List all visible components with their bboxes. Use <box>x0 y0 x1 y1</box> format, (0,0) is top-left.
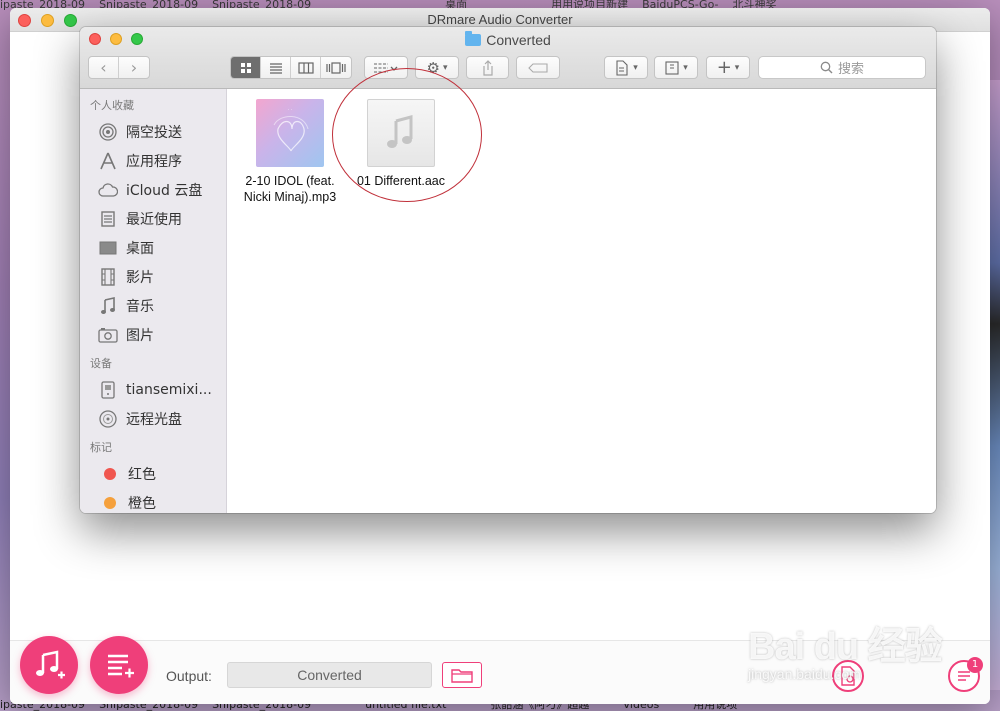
sidebar-item-music[interactable]: 音乐 <box>80 291 226 320</box>
sidebar-item-movies[interactable]: 影片 <box>80 262 226 291</box>
sidebar-item-tag-orange[interactable]: 橙色 <box>80 488 226 513</box>
file-item-idol-mp3[interactable]: · · 2-10 IDOL (feat. Nicki Minaj).mp3 <box>231 99 349 205</box>
finder-toolbar: Converted ‹ › ⚙ ▾ ▾ ▾ + ▾ 搜索 <box>80 27 936 89</box>
optical-disc-icon <box>98 409 118 428</box>
movies-icon <box>98 267 118 286</box>
sidebar-item-applications[interactable]: 应用程序 <box>80 146 226 175</box>
converted-history-button[interactable]: 1 <box>948 657 983 692</box>
file-name-line: Nicki Minaj).mp3 <box>243 190 337 204</box>
share-button[interactable] <box>466 56 509 79</box>
list-icon <box>269 62 282 74</box>
sidebar-item-label: 橙色 <box>128 495 156 512</box>
sidebar-item-label: tiansemixi... <box>126 381 212 398</box>
red-annotation-circle <box>332 68 482 202</box>
music-add-icon <box>36 650 65 679</box>
file-name-line: 2-10 IDOL (feat. <box>245 174 335 188</box>
file-name: 2-10 IDOL (feat. Nicki Minaj).mp3 <box>231 173 349 205</box>
cover-flow-view-button[interactable] <box>321 57 351 78</box>
grid-icon <box>240 62 251 73</box>
columns-icon <box>297 61 314 74</box>
sidebar-item-airdrop[interactable]: 隔空投送 <box>80 117 226 146</box>
red-tag-dot-icon <box>104 467 116 480</box>
output-path-field[interactable]: Converted <box>227 662 432 688</box>
sidebar-item-label: 隔空投送 <box>126 124 182 141</box>
sidebar-item-recents[interactable]: 最近使用 <box>80 204 226 233</box>
back-forward-control: ‹ › <box>88 56 150 79</box>
sidebar-heading-favorites: 个人收藏 <box>90 99 134 112</box>
sidebar-item-device-disk[interactable]: tiansemixi... <box>80 375 226 404</box>
sidebar-item-pictures[interactable]: 图片 <box>80 320 226 349</box>
search-field[interactable]: 搜索 <box>758 56 926 79</box>
archive-icon <box>665 60 679 75</box>
finder-title: Converted <box>80 31 936 48</box>
sidebar-item-label: 应用程序 <box>126 153 182 170</box>
chevron-left-icon: ‹ <box>100 58 107 77</box>
view-mode-control <box>230 56 352 79</box>
sidebar-item-remote-disc[interactable]: 远程光盘 <box>80 404 226 433</box>
desktop-icon <box>98 239 118 257</box>
sidebar-heading-tags: 标记 <box>90 441 112 454</box>
sidebar-item-tag-red[interactable]: 红色 <box>80 459 226 488</box>
sidebar-item-icloud[interactable]: iCloud 云盘 <box>80 175 226 204</box>
cover-flow-icon <box>326 61 346 74</box>
sidebar-item-label: 最近使用 <box>126 211 182 228</box>
finder-window: Converted ‹ › ⚙ ▾ ▾ ▾ + ▾ 搜索 个人收藏 隔空投送 应… <box>80 27 936 513</box>
watermark-main-text: Bai du 经验 <box>748 626 943 668</box>
chevron-right-icon: › <box>130 58 138 77</box>
sidebar-item-label: 图片 <box>126 327 154 344</box>
folder-icon <box>465 31 482 46</box>
document-icon <box>616 59 628 76</box>
sidebar-item-desktop[interactable]: 桌面 <box>80 233 226 262</box>
sidebar-item-label: 远程光盘 <box>126 411 182 428</box>
icon-view-button[interactable] <box>231 57 261 78</box>
music-icon <box>98 296 118 315</box>
sidebar-item-label: 影片 <box>126 269 154 286</box>
sidebar-item-label: 音乐 <box>126 298 154 315</box>
album-art-thumbnail: · · <box>256 99 324 167</box>
disk-icon <box>98 380 118 399</box>
history-count-badge: 1 <box>967 657 983 673</box>
finder-sidebar: 个人收藏 隔空投送 应用程序 iCloud 云盘 最近使用 桌面 影片 音乐 图… <box>80 89 227 513</box>
browse-output-folder-button[interactable] <box>442 662 482 688</box>
airdrop-icon <box>98 122 118 141</box>
recents-icon <box>98 210 118 228</box>
pictures-icon <box>98 326 118 344</box>
orange-tag-dot-icon <box>104 496 116 509</box>
back-button[interactable]: ‹ <box>89 57 119 78</box>
add-list-button[interactable] <box>90 636 148 694</box>
finder-title-text: Converted <box>486 32 551 48</box>
chevron-down-icon: ▾ <box>442 62 448 73</box>
tag-icon <box>528 62 548 73</box>
sidebar-item-label: 红色 <box>128 466 156 483</box>
share-icon <box>482 59 493 76</box>
edit-tags-button[interactable] <box>516 56 560 79</box>
folder-icon <box>451 669 473 683</box>
cloud-icon <box>98 181 118 199</box>
list-view-button[interactable] <box>261 57 291 78</box>
baidu-jingyan-watermark: Bai du 经验 jingyan.baidu.com <box>748 615 948 695</box>
sidebar-item-label: 桌面 <box>126 240 154 257</box>
new-document-button[interactable]: ▾ <box>604 56 648 79</box>
sidebar-heading-devices: 设备 <box>90 357 112 370</box>
output-label: Output: <box>166 668 212 684</box>
add-button[interactable]: + ▾ <box>706 56 750 79</box>
applications-icon <box>98 152 118 170</box>
archive-button[interactable]: ▾ <box>654 56 698 79</box>
add-music-button[interactable] <box>20 636 78 694</box>
app-title: DRmare Audio Converter <box>427 12 573 27</box>
svg-text:· ·: · · <box>288 107 293 113</box>
sidebar-item-label: iCloud 云盘 <box>126 182 203 199</box>
chevron-down-icon: ▾ <box>633 62 638 73</box>
chevron-down-icon: ▾ <box>734 62 740 73</box>
plus-icon: + <box>716 56 732 78</box>
search-icon <box>820 61 833 74</box>
search-placeholder: 搜索 <box>837 62 864 77</box>
list-add-icon <box>108 654 134 678</box>
chevron-down-icon: ▾ <box>683 62 688 73</box>
column-view-button[interactable] <box>291 57 321 78</box>
forward-button[interactable]: › <box>119 57 149 78</box>
